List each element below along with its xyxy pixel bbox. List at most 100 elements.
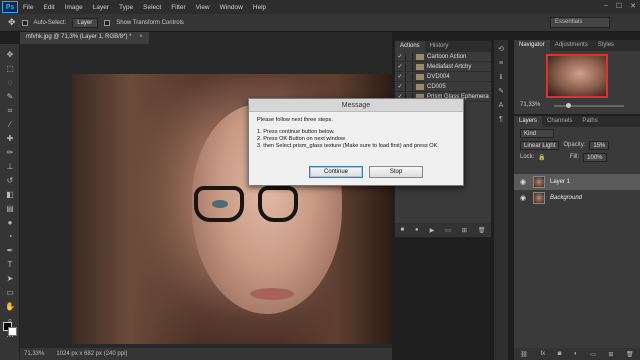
- history-panel-icon[interactable]: ⟲: [497, 46, 505, 54]
- tab-actions[interactable]: Actions: [395, 41, 425, 52]
- menu-filter[interactable]: Filter: [166, 4, 190, 11]
- action-item[interactable]: ✓ Mediafast Artchy: [395, 62, 491, 72]
- action-dialog-toggle[interactable]: [405, 52, 413, 61]
- tab-channels[interactable]: Channels: [542, 116, 577, 127]
- layer-row[interactable]: ◉ Background: [514, 190, 640, 206]
- menu-type[interactable]: Type: [114, 4, 138, 11]
- layer-style-icon[interactable]: fx: [540, 351, 545, 357]
- lock-icon[interactable]: 🔒: [538, 154, 545, 161]
- navigator-zoom[interactable]: 71,33%: [520, 102, 540, 108]
- eraser-tool-icon[interactable]: ◧: [5, 190, 15, 200]
- transform-controls-checkbox[interactable]: [104, 19, 111, 26]
- action-enabled-check[interactable]: ✓: [395, 83, 405, 90]
- brush-panel-icon[interactable]: ✎: [497, 88, 505, 96]
- maximize-icon[interactable]: ☐: [616, 2, 622, 10]
- tab-paths[interactable]: Paths: [577, 116, 602, 127]
- action-enabled-check[interactable]: ✓: [395, 73, 405, 80]
- menu-window[interactable]: Window: [215, 4, 248, 11]
- lock-label: Lock:: [520, 154, 535, 160]
- action-label: CD005: [427, 83, 446, 90]
- brush-tool-icon[interactable]: ✏: [5, 148, 15, 158]
- properties-panel-icon[interactable]: ≡: [497, 60, 505, 68]
- minimize-icon[interactable]: –: [604, 2, 608, 10]
- auto-select-checkbox[interactable]: [21, 19, 28, 26]
- tab-history[interactable]: History: [425, 41, 454, 52]
- tab-adjustments[interactable]: Adjustments: [550, 40, 593, 51]
- navigator-zoom-slider[interactable]: [554, 103, 624, 108]
- menu-image[interactable]: Image: [60, 4, 88, 11]
- pen-tool-icon[interactable]: ✒: [5, 246, 15, 256]
- menu-file[interactable]: File: [18, 4, 38, 11]
- delete-layer-icon[interactable]: 🗑: [626, 351, 634, 358]
- layer-name: Layer 1: [550, 179, 571, 185]
- marquee-tool-icon[interactable]: ⬚: [5, 64, 15, 74]
- fill-input[interactable]: 100%: [583, 152, 607, 162]
- move-tool-icon[interactable]: ✥: [8, 17, 16, 28]
- action-item[interactable]: ✓ Cartoon Action: [395, 52, 491, 62]
- stop-recording-icon[interactable]: ■: [400, 227, 404, 233]
- tab-navigator[interactable]: Navigator: [514, 40, 550, 51]
- blend-mode-dropdown[interactable]: Linear Light: [520, 140, 560, 150]
- link-layers-icon[interactable]: ⛓: [520, 351, 528, 358]
- close-window-icon[interactable]: ✕: [630, 2, 636, 10]
- new-set-icon[interactable]: ▭: [445, 227, 451, 234]
- action-dialog-toggle[interactable]: [405, 72, 413, 81]
- opacity-input[interactable]: 15%: [589, 140, 610, 150]
- close-tab-icon[interactable]: ×: [139, 34, 143, 40]
- adjustment-layer-icon[interactable]: ◐: [574, 351, 578, 357]
- layer-row[interactable]: ◉ Layer 1: [514, 174, 640, 190]
- lasso-tool-icon[interactable]: ◌: [5, 78, 15, 88]
- tab-styles[interactable]: Styles: [593, 40, 619, 51]
- gradient-tool-icon[interactable]: ▤: [5, 204, 15, 214]
- paragraph-panel-icon[interactable]: ¶: [497, 116, 505, 124]
- layer-mask-icon[interactable]: ◙: [558, 351, 562, 357]
- dodge-tool-icon[interactable]: ◔: [5, 232, 15, 242]
- menu-help[interactable]: Help: [248, 4, 271, 11]
- tab-layers[interactable]: Layers: [514, 116, 543, 127]
- character-panel-icon[interactable]: A: [497, 102, 505, 110]
- action-dialog-toggle[interactable]: [405, 82, 413, 91]
- new-action-icon[interactable]: ⊞: [462, 227, 467, 234]
- action-item[interactable]: ✓ CD005: [395, 82, 491, 92]
- shape-tool-icon[interactable]: ▭: [5, 288, 15, 298]
- move-tool-icon[interactable]: ✥: [5, 50, 15, 60]
- background-color-swatch[interactable]: [8, 327, 17, 336]
- menu-view[interactable]: View: [191, 4, 215, 11]
- new-layer-icon[interactable]: ⊞: [608, 351, 613, 358]
- action-dialog-toggle[interactable]: [405, 62, 413, 71]
- stop-button[interactable]: Stop: [369, 166, 423, 178]
- clone-stamp-tool-icon[interactable]: ⊥: [5, 162, 15, 172]
- visibility-eye-icon[interactable]: ◉: [520, 194, 528, 202]
- navigator-thumbnail[interactable]: [546, 54, 608, 98]
- play-icon[interactable]: ▶: [430, 227, 435, 234]
- continue-button[interactable]: Continue: [309, 166, 363, 178]
- menu-edit[interactable]: Edit: [38, 4, 59, 11]
- menu-layer[interactable]: Layer: [88, 4, 114, 11]
- blur-tool-icon[interactable]: ●: [5, 218, 15, 228]
- healing-brush-tool-icon[interactable]: ✚: [5, 134, 15, 144]
- delete-icon[interactable]: 🗑: [478, 227, 486, 234]
- record-icon[interactable]: ●: [415, 227, 419, 233]
- hand-tool-icon[interactable]: ✋: [5, 302, 15, 312]
- action-enabled-check[interactable]: ✓: [395, 63, 405, 70]
- action-enabled-check[interactable]: ✓: [395, 53, 405, 60]
- eyedropper-tool-icon[interactable]: ⁄: [5, 120, 15, 130]
- workspace-dropdown[interactable]: Essentials: [550, 17, 610, 28]
- new-group-icon[interactable]: ▭: [590, 351, 596, 358]
- document-tab[interactable]: mfvhk.jpg @ 71,3% (Layer 1, RGB/8*) * ×: [20, 32, 149, 44]
- auto-select-dropdown[interactable]: Layer: [72, 17, 99, 28]
- path-selection-tool-icon[interactable]: ➤: [5, 274, 15, 284]
- type-tool-icon[interactable]: T: [5, 260, 15, 270]
- info-panel-icon[interactable]: ℹ: [497, 74, 505, 82]
- transform-controls-label: Show Transform Controls: [116, 19, 184, 26]
- history-brush-tool-icon[interactable]: ↺: [5, 176, 15, 186]
- crop-tool-icon[interactable]: ⌗: [5, 106, 15, 116]
- kind-filter-dropdown[interactable]: Kind: [520, 128, 554, 138]
- menu-select[interactable]: Select: [138, 4, 166, 11]
- quick-select-tool-icon[interactable]: ✎: [5, 92, 15, 102]
- navigator-tabs: Navigator Adjustments Styles: [514, 40, 640, 51]
- action-item[interactable]: ✓ DVD004: [395, 72, 491, 82]
- zoom-level[interactable]: 71,33%: [24, 351, 44, 357]
- visibility-eye-icon[interactable]: ◉: [520, 178, 528, 186]
- zoom-slider-handle[interactable]: [566, 103, 571, 108]
